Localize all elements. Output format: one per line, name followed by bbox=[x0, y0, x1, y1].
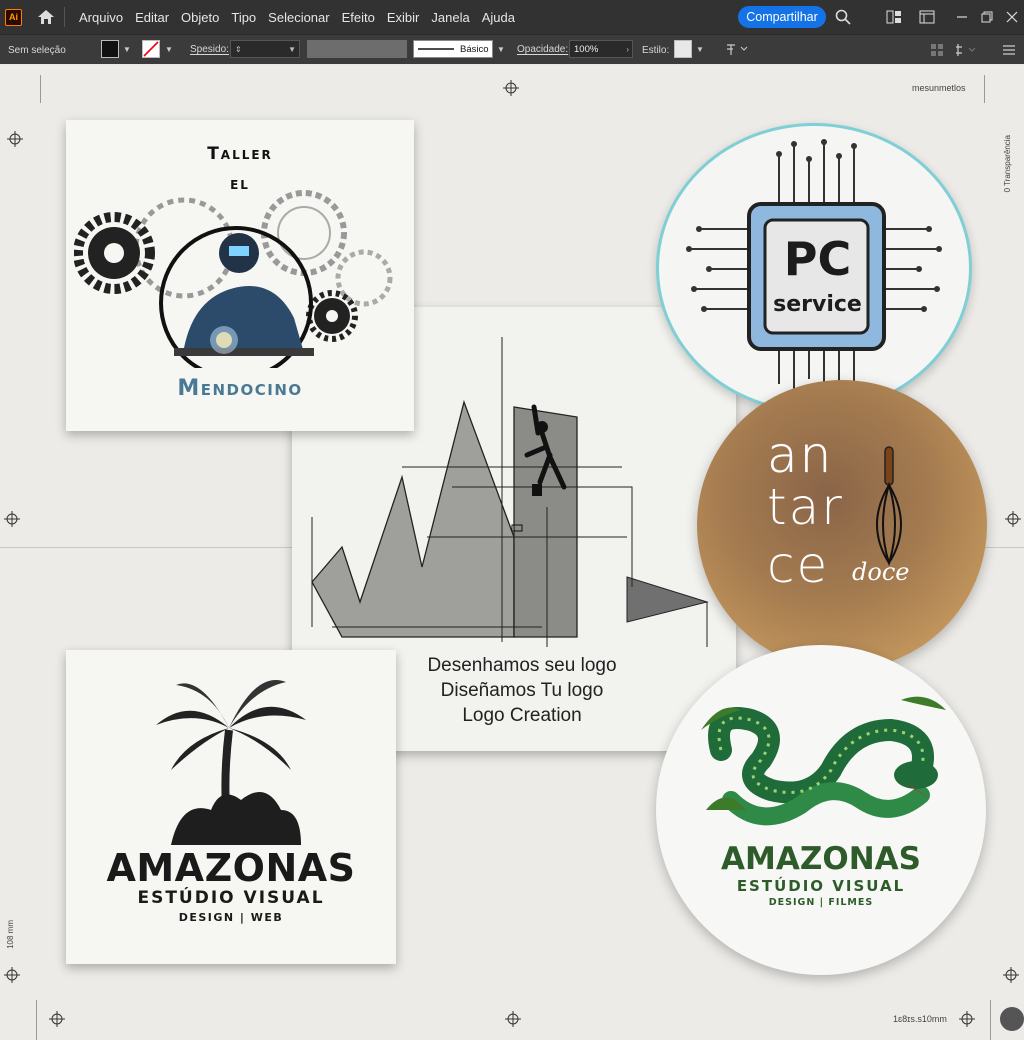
minimize-icon[interactable] bbox=[953, 8, 971, 26]
stepper-icon[interactable]: ⇕ bbox=[235, 45, 242, 54]
antarce-line-3: ce bbox=[767, 536, 830, 594]
fill-swatch[interactable] bbox=[101, 40, 119, 58]
whisk-icon bbox=[876, 446, 902, 567]
restore-icon[interactable] bbox=[978, 8, 996, 26]
registration-mark-icon bbox=[4, 967, 20, 983]
menu-ajuda[interactable]: Ajuda bbox=[482, 10, 515, 25]
close-icon[interactable] bbox=[1003, 8, 1021, 26]
amazonas-circle-logo[interactable]: AMAZONAS ESTÚDIO VISUAL DESIGN | FILMES bbox=[656, 645, 986, 975]
menu-selecionar[interactable]: Selecionar bbox=[268, 10, 329, 25]
menu-editar[interactable]: Editar bbox=[135, 10, 169, 25]
chevron-right-icon[interactable]: › bbox=[626, 45, 629, 54]
style-chevron-down-icon[interactable]: ▼ bbox=[694, 40, 706, 58]
pc-service-subtitle: service bbox=[773, 292, 862, 317]
stroke-style-chevron-down-icon[interactable]: ▼ bbox=[495, 40, 507, 58]
stroke-weight-field[interactable]: ⇕ ▼ bbox=[230, 40, 300, 58]
opacity-value: 100% bbox=[574, 43, 599, 55]
center-text-line-1: Desenhamos seu logo bbox=[427, 655, 617, 676]
taller-title-line-1: Taller bbox=[207, 144, 273, 164]
crop-mark bbox=[984, 75, 985, 103]
amazonas-square-logo-card[interactable]: AMAZONAS ESTÚDIO VISUAL DESIGN | WEB bbox=[66, 650, 396, 964]
arrange-documents-icon[interactable] bbox=[885, 8, 903, 26]
style-label: Estilo: bbox=[642, 45, 670, 56]
antarce-line-1: an bbox=[767, 426, 834, 484]
menu-janela[interactable]: Janela bbox=[431, 10, 469, 25]
variable-width-profile[interactable] bbox=[307, 40, 407, 58]
height-measure-label: 108 mm bbox=[6, 920, 15, 949]
menu-efeito[interactable]: Efeito bbox=[342, 10, 375, 25]
stroke-style-label: Básico bbox=[460, 43, 489, 55]
recolor-artwork-icon[interactable] bbox=[725, 42, 749, 59]
bottom-measure-label: 1ɛ8ɪs.s10mm bbox=[893, 1014, 947, 1024]
style-swatch[interactable] bbox=[674, 40, 692, 58]
registration-mark-icon bbox=[49, 1011, 65, 1027]
transparency-label: 0 Transparência bbox=[1003, 135, 1012, 193]
opacity-label: Opacidade: bbox=[517, 44, 569, 55]
antarce-line-2: tar bbox=[767, 478, 844, 536]
crop-mark bbox=[36, 1000, 37, 1040]
opacity-field[interactable]: 100% › bbox=[569, 40, 633, 58]
crop-mark bbox=[990, 1000, 991, 1040]
illustrator-app-icon[interactable]: Ai bbox=[5, 8, 22, 26]
chevron-down-icon[interactable]: ▼ bbox=[288, 45, 296, 54]
stroke-swatch[interactable] bbox=[142, 40, 160, 58]
menu-exibir[interactable]: Exibir bbox=[387, 10, 420, 25]
amazonas-circle-tagline: DESIGN | FILMES bbox=[768, 897, 874, 908]
welder-with-gears-illustration bbox=[74, 190, 393, 368]
menu-bar: Ai Arquivo Editar Objeto Tipo Selecionar… bbox=[0, 0, 1024, 34]
registration-mark-icon bbox=[503, 80, 519, 96]
amazonas-square-tagline: DESIGN | WEB bbox=[178, 911, 284, 924]
control-bar: Sem seleção ▼ ▼ Spesido: ⇕ ▼ Básico ▼ Op… bbox=[0, 34, 1024, 64]
stroke-style-field[interactable]: Básico bbox=[413, 40, 493, 58]
crop-mark bbox=[40, 75, 41, 103]
registration-mark-icon bbox=[7, 131, 23, 147]
stroke-weight-label: Spesido: bbox=[190, 44, 229, 55]
registration-mark-icon bbox=[959, 1011, 975, 1027]
amazonas-square-subtitle: ESTÚDIO VISUAL bbox=[137, 888, 325, 908]
amazonas-circle-title: AMAZONAS bbox=[721, 841, 921, 877]
center-text-line-2: Diseñamos Tu logo bbox=[440, 680, 604, 701]
workspace-icon[interactable] bbox=[918, 8, 936, 26]
pc-service-title: PC bbox=[783, 232, 852, 286]
top-right-measure-label: mesunmetlos bbox=[912, 83, 966, 93]
fill-dropdown-chevron-down-icon[interactable]: ▼ bbox=[121, 40, 133, 58]
artboard-canvas[interactable]: mesunmetlos 0 Transparência 108 mm 1ɛ8ɪs… bbox=[0, 65, 1024, 1040]
menu-objeto[interactable]: Objeto bbox=[181, 10, 219, 25]
amazonas-circle-subtitle: ESTÚDIO VISUAL bbox=[736, 877, 906, 895]
snake-infinity-illustration bbox=[701, 696, 946, 826]
registration-mark-icon bbox=[505, 1011, 521, 1027]
stroke-dropdown-chevron-down-icon[interactable]: ▼ bbox=[163, 40, 175, 58]
taller-title-line-3: Mendocino bbox=[177, 376, 303, 401]
canvas-navigator-icon[interactable] bbox=[1000, 1007, 1024, 1031]
selection-status: Sem seleção bbox=[8, 45, 66, 56]
panel-menu-icon[interactable] bbox=[1002, 43, 1016, 60]
home-icon[interactable] bbox=[36, 7, 56, 27]
align-icon[interactable] bbox=[930, 43, 944, 60]
pc-service-logo-circle[interactable]: PC service bbox=[656, 123, 972, 413]
share-button[interactable]: Compartilhar bbox=[738, 6, 826, 28]
transform-icon[interactable] bbox=[955, 43, 977, 60]
registration-mark-icon bbox=[1005, 511, 1021, 527]
palm-tree-illustration bbox=[156, 679, 306, 845]
search-icon[interactable] bbox=[834, 8, 852, 26]
menu-divider bbox=[64, 7, 65, 27]
registration-mark-icon bbox=[4, 511, 20, 527]
taller-mendocino-logo-card[interactable]: Taller el Mendocino bbox=[66, 120, 414, 431]
amazonas-square-title: AMAZONAS bbox=[106, 846, 356, 890]
menu-tipo[interactable]: Tipo bbox=[231, 10, 256, 25]
antarce-logo-circle[interactable]: an tar ce doce bbox=[697, 380, 987, 670]
registration-mark-icon bbox=[1003, 967, 1019, 983]
center-text-line-3: Logo Creation bbox=[462, 705, 582, 726]
menu-arquivo[interactable]: Arquivo bbox=[79, 10, 123, 25]
